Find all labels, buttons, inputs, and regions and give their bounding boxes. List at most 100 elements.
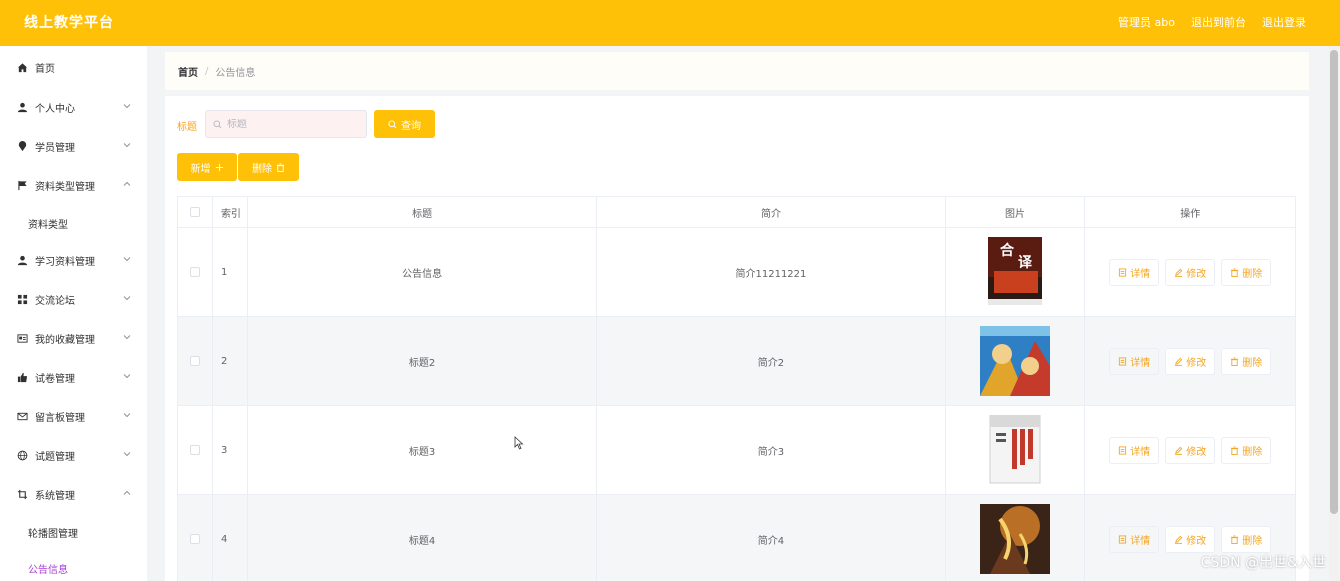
- chevron-down-icon: [123, 141, 131, 149]
- sidebar-item-label: 系统管理: [35, 491, 75, 502]
- svg-text:译: 译: [1018, 255, 1033, 271]
- detail-button[interactable]: 详情: [1109, 436, 1160, 464]
- trash-icon: [1230, 534, 1239, 544]
- edit-icon: [1174, 446, 1183, 455]
- page-scrollbar[interactable]: [1329, 46, 1339, 581]
- detail-label: 详情: [1130, 446, 1151, 458]
- sidebar-item-label: 个人中心: [35, 104, 75, 115]
- chevron-down-icon: [123, 333, 131, 341]
- main-content: 标题 查询 新增 删除 索引 标题 简介 图片 操作 1 公告信息 简介1121…: [165, 96, 1309, 581]
- edit-button[interactable]: 修改: [1165, 436, 1216, 464]
- svg-text:合: 合: [1000, 242, 1015, 259]
- row-title: 标题3: [248, 406, 598, 494]
- table-row: 3 标题3 简介3 详情 修改 删除: [178, 406, 1295, 495]
- admin-user-link[interactable]: 管理员 abo: [1118, 14, 1175, 30]
- row-image-cell: [946, 495, 1086, 581]
- row-image-cell: 合译: [946, 228, 1086, 316]
- row-select-cell: [178, 228, 213, 316]
- row-ops-cell: 详情 修改 删除: [1085, 228, 1295, 316]
- search-icon: [388, 119, 397, 129]
- mouse-cursor-icon: [514, 436, 524, 450]
- detail-button[interactable]: 详情: [1109, 347, 1160, 375]
- book-cover-white-icon[interactable]: [980, 415, 1050, 485]
- chevron-down-icon: [123, 411, 131, 419]
- column-header-index: 索引: [213, 197, 248, 227]
- edit-label: 修改: [1186, 268, 1207, 280]
- sidebar-item-label: 学习资料管理: [35, 257, 95, 268]
- edit-icon: [1174, 357, 1183, 366]
- row-ops-cell: 详情 修改 删除: [1085, 406, 1295, 494]
- mail-icon: [16, 411, 28, 423]
- sidebar-item-personal-center[interactable]: 个人中心: [0, 88, 147, 127]
- detail-label: 详情: [1130, 535, 1151, 547]
- detail-button[interactable]: 详情: [1109, 258, 1160, 286]
- delete-button[interactable]: 删除: [1221, 436, 1272, 464]
- row-intro: 简介4: [597, 495, 946, 581]
- sidebar-item-label: 公告信息: [28, 564, 68, 576]
- trash-icon: [276, 162, 285, 172]
- delete-button[interactable]: 删除: [1221, 347, 1272, 375]
- table-row: 1 公告信息 简介11211221 合译 详情 修改 删除: [178, 228, 1295, 317]
- logout-link[interactable]: 退出登录: [1262, 14, 1306, 30]
- search-text-field[interactable]: [227, 118, 347, 130]
- row-checkbox[interactable]: [189, 267, 200, 277]
- delete-button[interactable]: 删除: [1221, 525, 1272, 553]
- top-bar: 线上教学平台 管理员 abo 退出到前台 退出登录: [0, 0, 1340, 46]
- add-button-label: 新增: [190, 163, 211, 175]
- home-icon: [16, 61, 28, 73]
- scrollbar-thumb[interactable]: [1330, 50, 1338, 514]
- plus-icon: [215, 163, 224, 172]
- edit-button[interactable]: 修改: [1165, 258, 1216, 286]
- fantasy-poster-icon[interactable]: [980, 504, 1051, 574]
- sidebar-subitem-announcements[interactable]: 公告信息: [0, 550, 147, 581]
- sidebar-subitem-carousel[interactable]: 轮播图管理: [0, 514, 147, 550]
- thumbs-up-icon: [16, 372, 28, 384]
- sidebar-item-label: 轮播图管理: [28, 528, 78, 540]
- sidebar-item-system[interactable]: 系统管理: [0, 475, 147, 514]
- add-button[interactable]: 新增: [177, 153, 237, 181]
- delete-button[interactable]: 删除: [1221, 258, 1272, 286]
- select-all-cell: [178, 197, 213, 227]
- sidebar-item-papers[interactable]: 试卷管理: [0, 358, 147, 397]
- breadcrumb: 首页 / 公告信息: [165, 52, 1309, 90]
- row-checkbox[interactable]: [189, 534, 200, 544]
- sidebar-item-forum[interactable]: 交流论坛: [0, 280, 147, 319]
- announcement-table: 索引 标题 简介 图片 操作 1 公告信息 简介11211221 合译 详情 修…: [177, 196, 1296, 581]
- sidebar-item-label: 学员管理: [35, 143, 75, 154]
- row-checkbox[interactable]: [189, 356, 200, 366]
- document-icon: [1118, 267, 1127, 277]
- sidebar-subitem-material-type[interactable]: 资料类型: [0, 205, 147, 241]
- chevron-up-icon: [123, 489, 131, 497]
- row-index: 1: [213, 228, 248, 316]
- back-to-front-link[interactable]: 退出到前台: [1191, 14, 1246, 30]
- header-links: 管理员 abo 退出到前台 退出登录: [1118, 14, 1306, 30]
- sidebar-item-label: 试卷管理: [35, 374, 75, 385]
- sidebar-item-questions[interactable]: 试题管理: [0, 436, 147, 475]
- row-checkbox[interactable]: [189, 445, 200, 455]
- select-all-checkbox[interactable]: [189, 207, 200, 217]
- sidebar-item-label: 试题管理: [35, 452, 75, 463]
- sidebar-item-home[interactable]: 首页: [0, 46, 147, 88]
- breadcrumb-home[interactable]: 首页: [178, 64, 198, 79]
- book-cover-red-icon[interactable]: 合译: [980, 237, 1050, 307]
- edit-button[interactable]: 修改: [1165, 525, 1216, 553]
- search-button[interactable]: 查询: [374, 110, 435, 138]
- detail-label: 详情: [1130, 268, 1151, 280]
- search-icon: [213, 119, 227, 129]
- sidebar-item-favorites[interactable]: 我的收藏管理: [0, 319, 147, 358]
- batch-delete-button[interactable]: 删除: [238, 153, 299, 181]
- row-title: 公告信息: [248, 228, 598, 316]
- anime-poster-icon[interactable]: [980, 326, 1051, 396]
- sidebar-item-material-types[interactable]: 资料类型管理: [0, 166, 147, 205]
- row-index: 2: [213, 317, 248, 405]
- edit-button[interactable]: 修改: [1165, 347, 1216, 375]
- sidebar-item-study-materials[interactable]: 学习资料管理: [0, 241, 147, 280]
- chevron-down-icon: [123, 102, 131, 110]
- sidebar-item-message-board[interactable]: 留言板管理: [0, 397, 147, 436]
- chevron-down-icon: [123, 372, 131, 380]
- sidebar-item-students[interactable]: 学员管理: [0, 127, 147, 166]
- search-input[interactable]: [205, 110, 367, 138]
- detail-button[interactable]: 详情: [1109, 525, 1160, 553]
- row-select-cell: [178, 406, 213, 494]
- breadcrumb-separator: /: [205, 65, 209, 77]
